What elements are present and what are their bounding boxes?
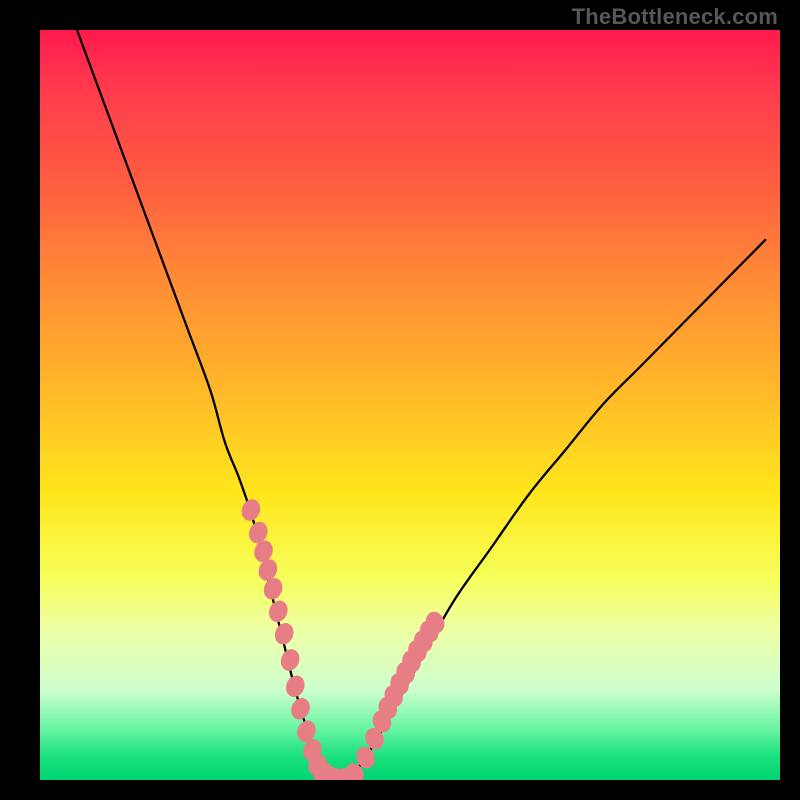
bottleneck-curve [77,30,765,780]
attribution-watermark: TheBottleneck.com [572,4,778,30]
data-point [283,673,308,700]
chart-frame: TheBottleneck.com [0,0,800,800]
data-point [238,496,263,523]
curve-svg [40,30,780,780]
data-point [272,620,297,647]
data-point [288,695,313,722]
plot-area [40,30,780,780]
data-point-markers [238,496,447,780]
data-point [266,598,291,625]
data-point [278,646,303,673]
